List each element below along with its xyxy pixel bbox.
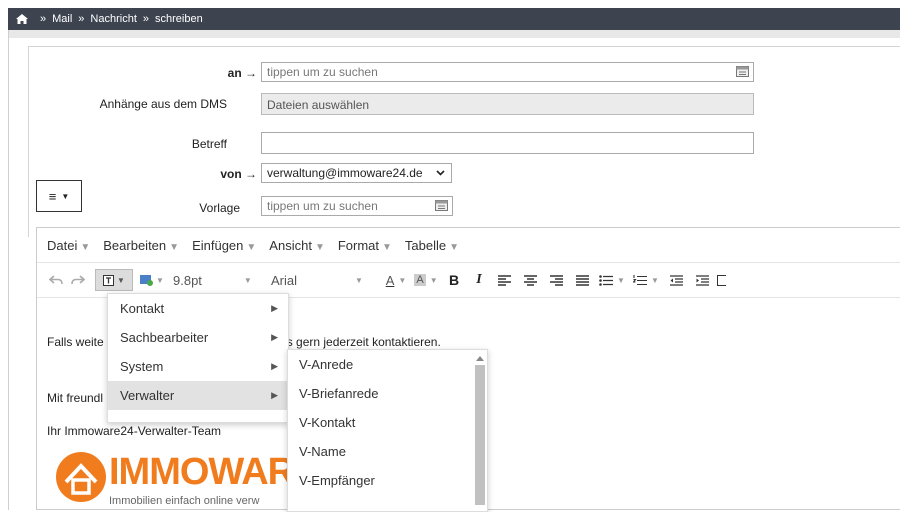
breadcrumb-separator: » xyxy=(78,13,85,25)
numbered-list-icon[interactable]: ▼ xyxy=(629,269,663,291)
outdent-icon[interactable] xyxy=(663,269,689,291)
company-logo: IMMOWARE Immobilien einfach online verw xyxy=(55,451,319,511)
verwalter-submenu: V-Anrede V-Briefanrede V-Kontakt V-Name … xyxy=(287,349,488,512)
submenu-scrollbar[interactable] xyxy=(475,354,485,511)
home-icon[interactable] xyxy=(16,14,28,24)
caret-down-icon: ▼ xyxy=(61,191,70,201)
breadcrumb-message[interactable]: Nachricht xyxy=(90,13,136,25)
subject-field[interactable] xyxy=(261,132,754,154)
bold-button[interactable]: B xyxy=(441,269,467,291)
attachments-label: Anhänge aus dem DMS xyxy=(99,97,227,111)
align-justify-icon[interactable] xyxy=(569,269,595,291)
chevron-right-icon: ▶ xyxy=(271,332,278,342)
image-icon[interactable] xyxy=(715,269,727,291)
font-family-select[interactable]: Arial ▼ xyxy=(263,269,381,291)
undo-icon[interactable] xyxy=(45,269,67,291)
align-right-icon[interactable] xyxy=(543,269,569,291)
from-label: von → xyxy=(220,167,257,181)
menu-item-sachbearbeiter[interactable]: Sachbearbeiter ▶ xyxy=(108,323,288,352)
submenu-item-v-empfaenger[interactable]: V-Empfänger xyxy=(288,466,487,495)
text-field-icon xyxy=(103,274,115,286)
template-field[interactable]: tippen um zu suchen xyxy=(261,196,453,216)
to-field[interactable]: tippen um zu suchen xyxy=(261,62,754,82)
italic-button[interactable]: I xyxy=(467,269,491,291)
menu-format[interactable]: Format ▼ xyxy=(338,238,392,253)
logo-mark-icon xyxy=(56,452,106,502)
body-line-2: Mit freundl xyxy=(47,391,104,405)
hamburger-icon: ≡ xyxy=(48,188,57,204)
menu-item-kontakt[interactable]: Kontakt ▶ xyxy=(108,294,288,323)
submenu-item-v-anrede[interactable]: V-Anrede xyxy=(288,350,487,379)
submenu-item-v-kontakt[interactable]: V-Kontakt xyxy=(288,408,487,437)
font-size-select[interactable]: 9.8pt ▼ xyxy=(167,269,263,291)
placeholder-insert-button[interactable]: ▼ xyxy=(95,269,133,291)
placeholder-menu: Kontakt ▶ Sachbearbeiter ▶ System ▶ Verwalt… xyxy=(107,293,289,423)
breadcrumb-separator: » xyxy=(40,13,47,25)
editor-menubar: Datei ▼ Bearbeiten ▼ Einfügen ▼ Ansicht ▼ Fo… xyxy=(37,228,900,263)
menu-item-system[interactable]: System ▶ xyxy=(108,352,288,381)
align-center-icon[interactable] xyxy=(517,269,543,291)
bullet-list-icon[interactable]: ▼ xyxy=(595,269,629,291)
menu-view[interactable]: Ansicht ▼ xyxy=(269,238,325,253)
attachments-button[interactable]: Dateien auswählen xyxy=(261,93,754,115)
submenu-item-v-name[interactable]: V-Name xyxy=(288,437,487,466)
header-strip xyxy=(8,30,900,38)
to-placeholder: tippen um zu suchen xyxy=(267,65,378,79)
template-picker-icon[interactable] xyxy=(435,200,448,211)
submenu-item-v-briefanrede[interactable]: V-Briefanrede xyxy=(288,379,487,408)
to-label: an → xyxy=(227,66,257,80)
chevron-right-icon: ▶ xyxy=(271,303,278,313)
from-value: verwaltung@immoware24.de xyxy=(267,166,423,180)
subject-label: Betreff xyxy=(191,137,227,151)
from-select[interactable]: verwaltung@immoware24.de xyxy=(261,163,452,183)
logo-tagline: Immobilien einfach online verw xyxy=(109,495,260,507)
template-label: Vorlage xyxy=(199,201,240,215)
redo-icon[interactable] xyxy=(67,269,89,291)
content-border xyxy=(8,30,9,510)
menu-item-verwalter[interactable]: Verwalter ▶ xyxy=(108,381,288,410)
address-book-icon[interactable] xyxy=(736,66,749,77)
background-color-button[interactable]: A ▼ xyxy=(411,269,441,291)
scroll-up-icon[interactable] xyxy=(476,356,484,361)
menu-file[interactable]: Datei ▼ xyxy=(47,238,90,253)
image-insert-icon[interactable]: ▼ xyxy=(137,269,167,291)
breadcrumb-write: schreiben xyxy=(155,13,203,25)
indent-icon[interactable] xyxy=(689,269,715,291)
chevron-down-icon xyxy=(436,170,445,176)
menu-table[interactable]: Tabelle ▼ xyxy=(405,238,459,253)
scrollbar-thumb[interactable] xyxy=(475,365,485,505)
template-placeholder: tippen um zu suchen xyxy=(267,199,378,213)
chevron-right-icon: ▶ xyxy=(271,390,278,400)
body-line-3: Ihr Immoware24-Verwalter-Team xyxy=(47,424,222,438)
breadcrumb-mail[interactable]: Mail xyxy=(52,13,72,25)
align-left-icon[interactable] xyxy=(491,269,517,291)
text-color-button[interactable]: A ▼ xyxy=(381,269,411,291)
menu-edit[interactable]: Bearbeiten ▼ xyxy=(103,238,179,253)
menu-insert[interactable]: Einfügen ▼ xyxy=(192,238,256,253)
breadcrumb: » Mail » Nachricht » schreiben xyxy=(8,8,900,30)
breadcrumb-separator: » xyxy=(142,13,150,25)
options-menu-button[interactable]: ≡ ▼ xyxy=(36,180,82,212)
chevron-right-icon: ▶ xyxy=(271,361,278,371)
